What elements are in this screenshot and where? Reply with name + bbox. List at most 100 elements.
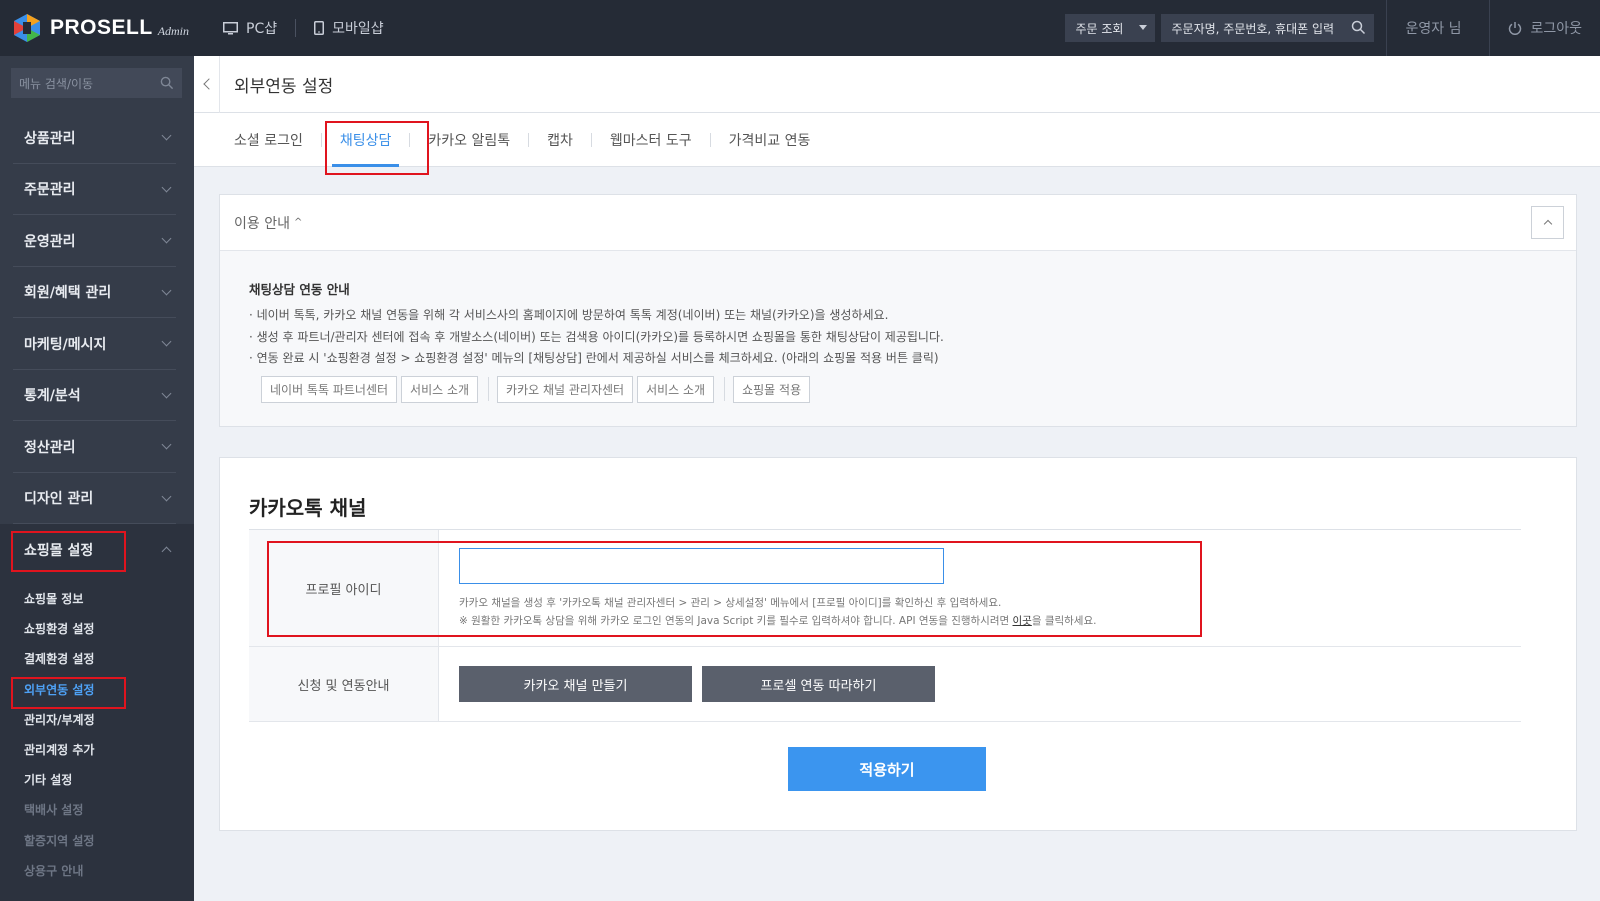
mobile-shop-label: 모바일샵: [332, 21, 384, 37]
submenu-courier[interactable]: 택배사 설정: [0, 795, 194, 825]
submenu-shop-env[interactable]: 쇼핑환경 설정: [0, 614, 194, 644]
tab-separator: [528, 132, 530, 147]
sidebar-submenu: 쇼핑몰 정보 쇼핑환경 설정 결제환경 설정 외부연동 설정 관리자/부계정 관…: [0, 575, 194, 901]
sidebar-item-shop-settings[interactable]: 쇼핑몰 설정: [0, 524, 194, 576]
submenu-surcharge-region[interactable]: 할증지역 설정: [0, 825, 194, 855]
sidebar-item-order[interactable]: 주문관리: [0, 164, 194, 216]
pc-shop-link[interactable]: PC샵: [205, 18, 295, 38]
usage-guide-body: 채팅상담 연동 안내 · 네이버 톡톡, 카카오 채널 연동을 위해 각 서비스…: [220, 251, 1576, 426]
pc-shop-label: PC샵: [246, 21, 278, 37]
logout-button[interactable]: 로그아웃: [1490, 18, 1600, 38]
caret-down-icon: [1139, 25, 1148, 30]
sidebar-item-label: 디자인 관리: [24, 491, 94, 508]
mobile-icon: [314, 21, 325, 35]
tab-chat-consult[interactable]: 채팅상담: [328, 113, 404, 167]
sidebar-menu: 상품관리 주문관리 운영관리 회원/혜택 관리 마케팅/메시지 통계/분석 정산…: [0, 112, 194, 901]
search-icon[interactable]: [1351, 20, 1366, 35]
sidebar-item-product[interactable]: 상품관리: [0, 112, 194, 164]
guide-heading: 채팅상담 연동 안내: [249, 282, 350, 297]
help-line: ※ 원활한 카카오톡 상담을 위해 카카오 로그인 연동의 Java Scrip…: [459, 612, 1521, 630]
chevron-down-icon: [161, 182, 172, 193]
guide-line: · 네이버 톡톡, 카카오 채널 연동을 위해 각 서비스사의 홈페이지에 방문…: [249, 308, 889, 322]
menu-search-input[interactable]: 메뉴 검색/이동: [11, 68, 182, 98]
submenu-shop-info[interactable]: 쇼핑몰 정보: [0, 584, 194, 614]
tab-price-compare[interactable]: 가격비교 연동: [717, 113, 823, 167]
guide-buttons: 네이버 톡톡 파트너센터 서비스 소개 카카오 채널 관리자센터 서비스 소개 …: [261, 375, 1576, 403]
tab-separator: [409, 132, 411, 147]
guide-value: 카카오 채널 만들기 프로셀 연동 따라하기: [439, 647, 1521, 721]
tab-separator: [590, 132, 592, 147]
caret-up-icon: ^: [293, 217, 303, 228]
prosell-integration-guide-button[interactable]: 프로셀 연동 따라하기: [702, 666, 935, 702]
main-content: 외부연동 설정 소셜 로그인 채팅상담 카카오 알림톡 캡차 웹마스터 도구 가…: [194, 55, 1600, 901]
chevron-down-icon: [161, 388, 172, 399]
sidebar-item-operation[interactable]: 운영관리: [0, 215, 194, 267]
tab-social-login[interactable]: 소셜 로그인: [222, 113, 315, 167]
chevron-up-icon: [161, 546, 172, 557]
submenu-phrases[interactable]: 상용구 안내: [0, 855, 194, 885]
profile-id-input[interactable]: [459, 548, 944, 584]
submenu-external-integration[interactable]: 외부연동 설정: [0, 674, 194, 704]
tab-kakao-alimtalk[interactable]: 카카오 알림톡: [416, 113, 522, 167]
help-text: 을 클릭하세요.: [1031, 615, 1097, 627]
sidebar-item-label: 운영관리: [24, 233, 76, 250]
menu-search-placeholder: 메뉴 검색/이동: [19, 76, 94, 91]
apply-button[interactable]: 적용하기: [788, 747, 986, 791]
order-select-value: 주문 조회: [1075, 21, 1124, 36]
naver-partner-center-button[interactable]: 네이버 톡톡 파트너센터: [261, 375, 398, 403]
help-text: ※ 원활한 카카오톡 상담을 위해 카카오 로그인 연동의 Java Scrip…: [459, 615, 1013, 627]
tab-webmaster[interactable]: 웹마스터 도구: [598, 113, 704, 167]
guide-line: · 생성 후 파트너/관리자 센터에 접속 후 개발소스(네이버) 또는 검색용…: [249, 329, 944, 344]
sidebar-item-label: 쇼핑몰 설정: [24, 542, 94, 559]
naver-service-intro-button[interactable]: 서비스 소개: [401, 375, 479, 403]
order-type-select[interactable]: 주문 조회: [1065, 14, 1156, 42]
order-search-placeholder: 주문자명, 주문번호, 휴대폰 입력: [1171, 21, 1335, 36]
chevron-down-icon: [161, 491, 172, 502]
operator-name[interactable]: 운영자 님: [1387, 18, 1489, 38]
guide-line: · 연동 완료 시 '쇼핑환경 설정 > 쇼핑환경 설정' 메뉴의 [채팅상담]…: [249, 351, 939, 365]
submenu-etc-settings[interactable]: 기타 설정: [0, 765, 194, 795]
profile-id-value: 카카오 채널을 생성 후 '카카오톡 채널 관리자센터 > 관리 > 상세설정'…: [439, 530, 1521, 646]
api-link[interactable]: 이곳: [1013, 615, 1032, 627]
sidebar-item-settlement[interactable]: 정산관리: [0, 421, 194, 473]
collapse-sidebar-button[interactable]: [194, 55, 220, 113]
chevron-down-icon: [161, 233, 172, 244]
kakao-admin-center-button[interactable]: 카카오 채널 관리자센터: [497, 375, 634, 403]
sidebar-item-design[interactable]: 디자인 관리: [0, 473, 194, 525]
create-kakao-channel-button[interactable]: 카카오 채널 만들기: [459, 666, 692, 702]
submenu-add-admin[interactable]: 관리계정 추가: [0, 734, 194, 764]
logout-label: 로그아웃: [1530, 21, 1582, 37]
profile-id-label: 프로필 아이디: [249, 530, 439, 646]
usage-guide-header[interactable]: 이용 안내 ^: [220, 195, 1576, 251]
tab-bar: 소셜 로그인 채팅상담 카카오 알림톡 캡차 웹마스터 도구 가격비교 연동: [194, 113, 1600, 167]
form-row-guide: 신청 및 연동안내 카카오 채널 만들기 프로셀 연동 따라하기: [249, 647, 1521, 722]
submenu-payment-env[interactable]: 결제환경 설정: [0, 644, 194, 674]
submenu-admin-subaccount[interactable]: 관리자/부계정: [0, 704, 194, 734]
form-row-profile: 프로필 아이디 카카오 채널을 생성 후 '카카오톡 채널 관리자센터 > 관리…: [249, 530, 1521, 647]
sidebar-item-marketing[interactable]: 마케팅/메시지: [0, 318, 194, 370]
help-line: 카카오 채널을 생성 후 '카카오톡 채널 관리자센터 > 관리 > 상세설정'…: [459, 597, 1002, 609]
logo-sub: Admin: [157, 23, 190, 38]
chevron-down-icon: [161, 336, 172, 347]
guide-label: 신청 및 연동안내: [249, 647, 439, 721]
mobile-shop-link[interactable]: 모바일샵: [296, 18, 402, 38]
search-icon[interactable]: [160, 76, 174, 90]
logo-text: PROSELL: [50, 16, 153, 39]
sidebar-item-statistics[interactable]: 통계/분석: [0, 370, 194, 422]
guide-toggle-button[interactable]: [1531, 206, 1564, 239]
kakao-form-table: 프로필 아이디 카카오 채널을 생성 후 '카카오톡 채널 관리자센터 > 관리…: [249, 529, 1521, 722]
apply-to-shop-button[interactable]: 쇼핑몰 적용: [733, 375, 811, 403]
top-bar: PROSELL Admin PC샵 모바일샵 주문 조회 주문자명, 주문번호,…: [0, 0, 1600, 56]
order-search-input[interactable]: 주문자명, 주문번호, 휴대폰 입력: [1161, 14, 1375, 42]
section-title: 카카오톡 채널: [249, 496, 367, 520]
sidebar-item-member[interactable]: 회원/혜택 관리: [0, 267, 194, 319]
sidebar-item-label: 통계/분석: [24, 388, 81, 405]
tab-separator: [320, 132, 322, 147]
usage-guide-panel: 이용 안내 ^ 채팅상담 연동 안내 · 네이버 톡톡, 카카오 채널 연동을 위…: [219, 194, 1577, 427]
tab-captcha[interactable]: 캡차: [535, 113, 585, 167]
kakao-channel-panel: 카카오톡 채널 프로필 아이디 카카오 채널을 생성 후 '카카오톡 채널 관리…: [219, 457, 1577, 831]
kakao-service-intro-button[interactable]: 서비스 소개: [637, 375, 715, 403]
logo[interactable]: PROSELL Admin: [0, 0, 205, 56]
sidebar-item-label: 정산관리: [24, 439, 76, 456]
sidebar-item-label: 주문관리: [24, 182, 76, 199]
